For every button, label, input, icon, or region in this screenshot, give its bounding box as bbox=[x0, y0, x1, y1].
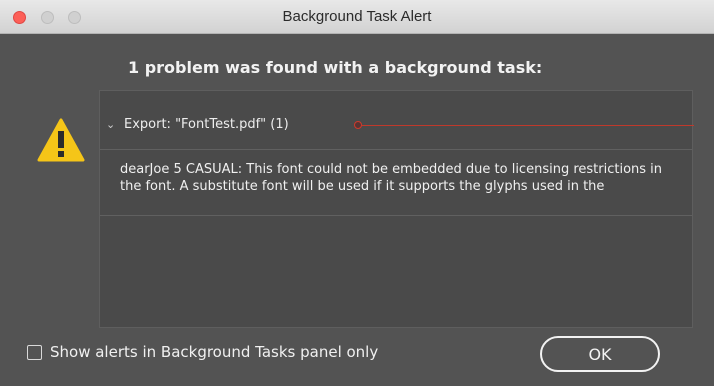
annotation-dot bbox=[354, 121, 362, 129]
show-alerts-checkbox[interactable] bbox=[27, 344, 42, 360]
task-expander[interactable]: ⌄ Export: "FontTest.pdf" (1) bbox=[106, 113, 289, 135]
alert-dialog: Background Task Alert 1 problem was foun… bbox=[0, 0, 714, 386]
title-bar[interactable]: Background Task Alert bbox=[0, 0, 714, 34]
chevron-down-icon[interactable]: ⌄ bbox=[106, 118, 124, 131]
task-label: Export: "FontTest.pdf" (1) bbox=[124, 116, 289, 132]
show-alerts-option[interactable]: Show alerts in Background Tasks panel on… bbox=[27, 343, 378, 361]
ok-button[interactable]: OK bbox=[540, 336, 660, 372]
problem-list-panel[interactable]: ⌄ Export: "FontTest.pdf" (1) dearJoe 5 C… bbox=[99, 90, 694, 328]
divider bbox=[100, 215, 692, 216]
window-title: Background Task Alert bbox=[282, 8, 432, 25]
show-alerts-label: Show alerts in Background Tasks panel on… bbox=[50, 343, 379, 361]
divider bbox=[100, 149, 692, 150]
dialog-heading: 1 problem was found with a background ta… bbox=[128, 58, 543, 77]
warning-icon bbox=[37, 118, 85, 162]
annotation-line bbox=[358, 125, 694, 126]
problem-message: dearJoe 5 CASUAL: This font could not be… bbox=[120, 162, 663, 194]
